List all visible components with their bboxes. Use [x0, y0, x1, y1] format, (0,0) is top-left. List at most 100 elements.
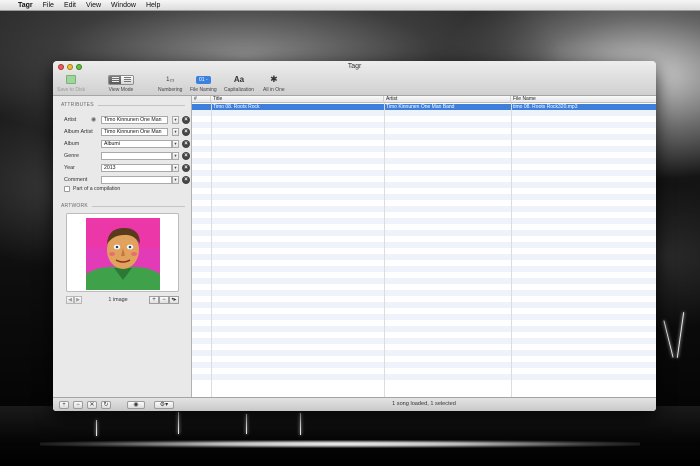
column-divider — [384, 103, 385, 397]
attributes-header: ATTRIBUTES — [61, 102, 185, 108]
year-clear-icon[interactable]: × — [182, 163, 190, 172]
save-icon — [66, 75, 77, 84]
year-label: Year — [64, 164, 75, 171]
view-mode-segmented[interactable] — [108, 74, 134, 85]
comment-row: Comment ▾ × — [64, 175, 190, 184]
preview-eye-button[interactable]: ◉ — [127, 401, 145, 409]
artwork-prev-icon[interactable]: ◀ — [66, 296, 74, 304]
album-artist-row: Album Artist Timo Kinnunen One Man ▾ × — [64, 127, 190, 136]
column-divider — [211, 103, 212, 397]
lightning-bolt — [246, 414, 247, 434]
comment-field[interactable] — [101, 175, 172, 184]
comment-label: Comment — [64, 176, 88, 183]
sidebar: ATTRIBUTES Artist ◉ Timo Kinnunen One Ma… — [53, 96, 192, 411]
eye-icon[interactable]: ◉ — [91, 116, 96, 123]
artwork-remove-button[interactable]: − — [159, 296, 169, 304]
tagr-window: Tagr Save to Disk View Mode 1₂₃ Numberin… — [53, 61, 656, 411]
album-artist-label: Album Artist — [64, 128, 93, 135]
comment-clear-icon[interactable]: × — [182, 175, 190, 184]
artist-field[interactable]: Timo Kinnunen One Man — [101, 115, 168, 124]
menu-file[interactable]: File — [43, 2, 54, 9]
genre-clear-icon[interactable]: × — [182, 151, 190, 160]
all-in-one-icon: ✱ — [270, 74, 278, 84]
close-icon[interactable]: ✕ — [87, 401, 97, 409]
window-title: Tagr — [347, 63, 362, 70]
artwork-more-button[interactable]: •▸ — [169, 296, 179, 304]
menu-help[interactable]: Help — [146, 2, 160, 9]
save-label: Save to Disk — [57, 87, 86, 93]
album-artwork-image — [86, 218, 160, 290]
compilation-checkbox[interactable] — [64, 186, 70, 192]
artwork-header: ARTWORK — [61, 203, 185, 209]
song-table: # Title Artist File Name Timo 08. Roots … — [192, 96, 656, 397]
table-row-empty[interactable] — [192, 374, 656, 380]
artwork-actions: + − •▸ — [149, 296, 179, 304]
year-row: Year 2013 ▾ × — [64, 163, 190, 172]
album-clear-icon[interactable]: × — [182, 139, 190, 148]
year-field[interactable]: 2013 — [101, 163, 172, 172]
view-mode-label: View Mode — [108, 87, 134, 93]
refresh-icon[interactable]: ↻ — [101, 401, 111, 409]
remove-song-button[interactable]: − — [73, 401, 83, 409]
capitalization-label: Capitalization — [224, 87, 255, 93]
album-artist-clear-icon[interactable]: × — [182, 127, 190, 136]
artwork-add-button[interactable]: + — [149, 296, 159, 304]
artwork-well[interactable] — [66, 213, 179, 292]
album-artist-field[interactable]: Timo Kinnunen One Man — [101, 127, 168, 136]
album-artist-dropdown[interactable]: ▾ — [172, 127, 179, 136]
desktop-city-lights — [40, 440, 640, 448]
file-naming-label: File Naming — [190, 87, 217, 93]
desktop-ground — [0, 406, 700, 466]
column-divider — [511, 103, 512, 397]
all-in-one-label: All in One — [263, 87, 285, 93]
comment-dropdown[interactable]: ▾ — [172, 175, 179, 184]
menu-app-name[interactable]: Tagr — [18, 2, 33, 9]
menu-bar: Tagr File Edit View Window Help — [0, 0, 700, 11]
table-header: # Title Artist File Name — [192, 96, 656, 103]
column-header-artist[interactable]: Artist — [384, 96, 511, 103]
gear-menu-button[interactable]: ⚙▾ — [154, 401, 174, 409]
numbering-button[interactable]: 1₂₃ Numbering — [158, 74, 183, 94]
album-row: Album Albumi ▾ × — [64, 139, 190, 148]
file-naming-icon: 01 - — [196, 75, 211, 84]
artwork-count: 1 image — [108, 297, 128, 303]
capitalization-icon: Aa — [233, 75, 245, 84]
menu-view[interactable]: View — [86, 2, 101, 9]
album-label: Album — [64, 140, 80, 147]
column-header-number[interactable]: # — [192, 96, 211, 103]
file-naming-button[interactable]: 01 - File Naming — [190, 74, 217, 93]
genre-row: Genre ▾ × — [64, 151, 190, 160]
genre-dropdown[interactable]: ▾ — [172, 151, 179, 160]
column-header-title[interactable]: Title — [211, 96, 384, 103]
artwork-next-icon[interactable]: ▶ — [74, 296, 82, 304]
lightning-bolt — [96, 420, 97, 436]
artwork-nav: ◀ ▶ — [66, 296, 82, 304]
capitalization-button[interactable]: Aa Capitalization — [224, 74, 254, 93]
list-view-icon[interactable] — [109, 75, 121, 84]
all-in-one-button[interactable]: ✱ All in One — [263, 74, 285, 93]
save-to-disk-button[interactable]: Save to Disk — [57, 74, 85, 93]
artist-clear-icon[interactable]: × — [182, 115, 190, 124]
album-field[interactable]: Albumi — [101, 139, 172, 148]
lightning-bolt — [663, 320, 674, 358]
add-song-button[interactable]: + — [59, 401, 69, 409]
lightning-bolt — [300, 413, 301, 435]
compilation-label: Part of a compilation — [73, 186, 121, 192]
lightning-bolt — [178, 412, 179, 434]
menu-window[interactable]: Window — [111, 2, 136, 9]
grid-view-icon[interactable] — [121, 75, 133, 84]
column-header-file-name[interactable]: File Name — [511, 96, 656, 103]
lightning-bolt — [676, 312, 685, 358]
window-titlebar: Tagr Save to Disk View Mode 1₂₃ Numberin… — [53, 61, 656, 96]
artist-row: Artist ◉ Timo Kinnunen One Man ▾ × — [64, 115, 190, 124]
numbering-icon: 1₂₃ — [166, 76, 175, 83]
album-dropdown[interactable]: ▾ — [172, 139, 179, 148]
menu-edit[interactable]: Edit — [64, 2, 76, 9]
compilation-option[interactable]: Part of a compilation — [64, 186, 120, 192]
genre-field[interactable] — [101, 151, 172, 160]
artist-dropdown[interactable]: ▾ — [172, 115, 179, 124]
numbering-label: Numbering — [158, 87, 183, 93]
year-dropdown[interactable]: ▾ — [172, 163, 179, 172]
view-mode-control[interactable]: View Mode — [108, 74, 134, 93]
genre-label: Genre — [64, 152, 79, 159]
